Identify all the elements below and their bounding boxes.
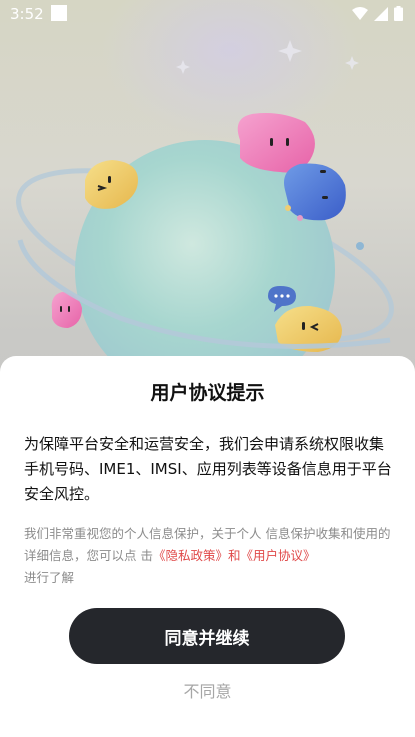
planet-illustration	[16, 40, 394, 370]
disagree-button[interactable]: 不同意	[0, 678, 415, 702]
privacy-policy-link[interactable]: 《隐私政策》	[153, 548, 228, 563]
privacy-description: 我们非常重视您的个人信息保护，关于个人 信息保护收集和使用的详细信息，您可以点 …	[24, 523, 396, 589]
status-icons	[352, 6, 403, 21]
user-agreement-link[interactable]: 《用户协议》	[241, 548, 316, 563]
wifi-icon	[352, 6, 368, 20]
privacy-conjunction: 和	[228, 548, 241, 563]
status-bar: 3:52	[0, 0, 415, 28]
permission-description: 为保障平台安全和运营安全，我们会申请系统权限收集手机号码、IME1、IMSI、应…	[24, 435, 392, 503]
agree-continue-button[interactable]: 同意并继续	[69, 608, 345, 664]
user-agreement-dialog: 用户协议提示 为保障平台安全和运营安全，我们会申请系统权限收集手机号码、IME1…	[0, 356, 415, 737]
status-time: 3:52	[10, 5, 44, 23]
privacy-text-after: 进行了解	[24, 570, 75, 585]
cellular-signal-icon	[374, 6, 388, 21]
notification-icon	[51, 5, 67, 21]
battery-icon	[394, 6, 403, 21]
dialog-title: 用户协议提示	[150, 382, 265, 404]
